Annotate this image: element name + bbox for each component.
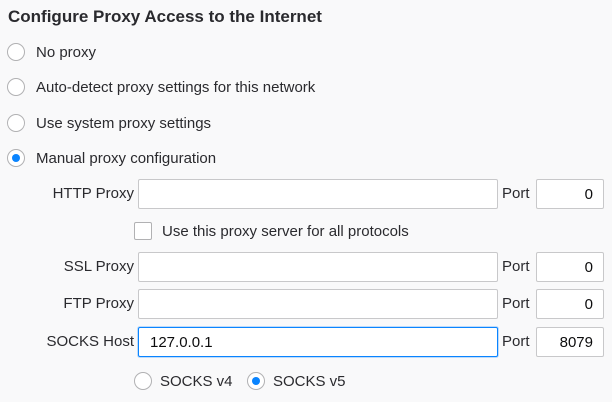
socks-v4-option[interactable]: SOCKS v4 xyxy=(134,370,233,392)
socks-v4-radio[interactable] xyxy=(134,372,152,390)
socks-port-input[interactable] xyxy=(536,327,604,357)
ssl-proxy-input[interactable] xyxy=(138,252,498,282)
socks-port-label: Port xyxy=(502,333,530,350)
auto-detect-radio[interactable] xyxy=(7,78,25,96)
ftp-proxy-input[interactable] xyxy=(138,289,498,319)
manual-proxy-radio[interactable] xyxy=(7,149,25,167)
socks-v5-label: SOCKS v5 xyxy=(273,372,346,390)
auto-detect-option[interactable]: Auto-detect proxy settings for this netw… xyxy=(7,76,315,98)
ftp-port-input[interactable] xyxy=(536,289,604,319)
system-proxy-radio[interactable] xyxy=(7,114,25,132)
auto-detect-label: Auto-detect proxy settings for this netw… xyxy=(36,78,316,96)
ssl-proxy-label: SSL Proxy xyxy=(63,258,134,275)
no-proxy-label: No proxy xyxy=(36,43,97,61)
http-port-input[interactable] xyxy=(536,179,604,209)
socks-v5-radio[interactable] xyxy=(247,372,265,390)
system-proxy-option[interactable]: Use system proxy settings xyxy=(7,112,211,134)
ftp-proxy-label: FTP Proxy xyxy=(63,295,134,312)
socks-v4-label: SOCKS v4 xyxy=(160,372,233,390)
no-proxy-option[interactable]: No proxy xyxy=(7,41,96,63)
socks-host-input[interactable] xyxy=(138,327,498,357)
manual-proxy-label: Manual proxy configuration xyxy=(36,149,217,167)
http-proxy-label: HTTP Proxy xyxy=(52,185,134,202)
section-title: Configure Proxy Access to the Internet xyxy=(8,7,322,26)
http-port-label: Port xyxy=(502,185,530,202)
no-proxy-radio[interactable] xyxy=(7,43,25,61)
ftp-port-label: Port xyxy=(502,295,530,312)
all-protocols-checkbox[interactable] xyxy=(134,222,152,240)
all-protocols-option[interactable]: Use this proxy server for all protocols xyxy=(134,220,409,242)
all-protocols-label: Use this proxy server for all protocols xyxy=(162,222,409,240)
socks-v5-option[interactable]: SOCKS v5 xyxy=(247,370,346,392)
socks-host-label: SOCKS Host xyxy=(46,333,134,350)
system-proxy-label: Use system proxy settings xyxy=(36,114,212,132)
manual-proxy-option[interactable]: Manual proxy configuration xyxy=(7,147,216,169)
ssl-port-input[interactable] xyxy=(536,252,604,282)
http-proxy-input[interactable] xyxy=(138,179,498,209)
ssl-port-label: Port xyxy=(502,258,530,275)
